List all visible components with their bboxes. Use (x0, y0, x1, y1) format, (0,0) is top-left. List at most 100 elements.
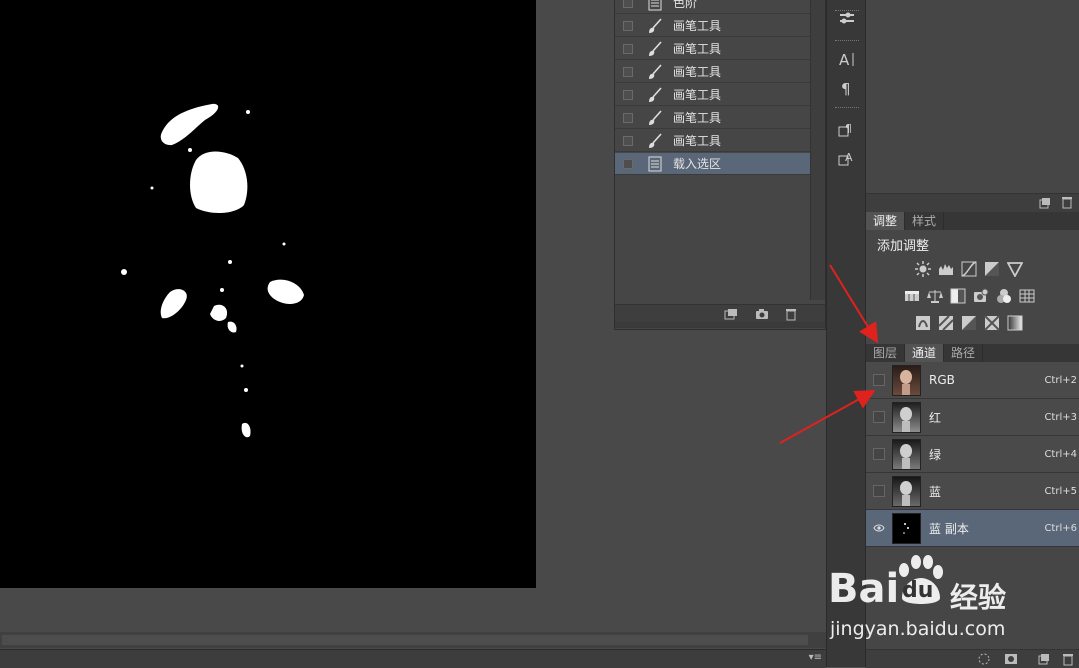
channel-name: 蓝 副本 (929, 521, 969, 536)
add-adjustment-title: 添加调整 (877, 239, 930, 254)
channel-row[interactable]: 红 Ctrl+3 (866, 399, 1079, 436)
history-panel: 色阶 画笔工具 画笔工具 画笔工具 画笔工具 画笔工具 画笔工具 载入选区 (614, 0, 826, 330)
channel-mixer-icon[interactable] (995, 287, 1012, 304)
history-state[interactable]: 载入选区 (615, 153, 811, 175)
history-snapshot-source-box[interactable] (623, 43, 633, 54)
posterize-icon[interactable] (937, 314, 954, 331)
history-state[interactable]: 色阶 (615, 0, 811, 14)
visibility-toggle[interactable] (873, 485, 885, 497)
visibility-toggle[interactable] (873, 374, 885, 386)
channel-row[interactable]: RGB Ctrl+2 (866, 362, 1079, 399)
photo-filter-icon[interactable] (972, 287, 989, 304)
history-list: 色阶 画笔工具 画笔工具 画笔工具 画笔工具 画笔工具 画笔工具 载入选区 (615, 0, 811, 300)
visibility-toggle[interactable] (873, 411, 885, 423)
adjustment-icons-row-2 (903, 287, 1035, 304)
load-channel-as-selection-icon[interactable] (976, 652, 992, 666)
save-selection-as-channel-icon[interactable] (1003, 652, 1019, 666)
resize-handle[interactable] (615, 322, 825, 328)
hue-saturation-icon[interactable] (903, 287, 920, 304)
history-state-label: 画笔工具 (673, 65, 722, 79)
panel-footer (866, 193, 1079, 212)
history-state[interactable]: 画笔工具 (615, 107, 811, 129)
channel-shortcut: Ctrl+2 (1044, 374, 1077, 386)
tab-styles[interactable]: 样式 (905, 212, 945, 230)
history-snapshot-source-box[interactable] (623, 66, 633, 77)
tab-layers[interactable]: 图层 (866, 344, 906, 362)
tab-channels[interactable]: 通道 (905, 344, 945, 362)
trash-icon[interactable] (783, 307, 799, 321)
color-balance-icon[interactable] (926, 287, 943, 304)
brush-icon (647, 40, 663, 57)
threshold-icon[interactable] (960, 314, 977, 331)
camera-snapshot-icon[interactable] (754, 307, 770, 321)
svg-text:¶: ¶ (845, 122, 852, 135)
paragraph-styles-icon[interactable]: A (835, 146, 859, 170)
channel-shortcut: Ctrl+3 (1044, 411, 1077, 423)
visibility-toggle[interactable] (873, 448, 885, 460)
character-panel-icon[interactable]: A (835, 47, 859, 71)
new-item-icon[interactable] (1039, 197, 1051, 212)
history-scrollbar[interactable] (810, 0, 825, 300)
adjustment-icons-row-1 (914, 260, 1023, 277)
channel-name: 红 (929, 410, 942, 425)
channel-row[interactable]: 绿 Ctrl+4 (866, 436, 1079, 473)
trash-icon[interactable] (1061, 196, 1073, 212)
brush-icon (647, 17, 663, 34)
eye-icon[interactable] (873, 522, 885, 534)
svg-text:A: A (839, 51, 850, 68)
vibrance-icon[interactable] (1006, 260, 1023, 277)
brush-icon (647, 132, 663, 149)
canvas-horizontal-scrollbar[interactable] (0, 632, 826, 648)
channel-thumbnail (892, 512, 921, 544)
color-lookup-icon[interactable] (1018, 287, 1035, 304)
history-state[interactable]: 画笔工具 (615, 61, 811, 83)
status-bar: ▾≡ (0, 649, 826, 668)
collapsed-panel-dock: A ¶ ¶ A (826, 0, 866, 667)
channel-thumbnail (892, 438, 921, 470)
black-white-icon[interactable] (949, 287, 966, 304)
history-state-label: 画笔工具 (673, 111, 722, 125)
channel-row[interactable]: 蓝 副本 Ctrl+6 (866, 510, 1079, 547)
brush-icon (647, 109, 663, 126)
new-document-from-state-icon[interactable] (723, 307, 739, 321)
history-state[interactable]: 画笔工具 (615, 84, 811, 106)
channel-name: 绿 (929, 447, 942, 462)
character-styles-icon[interactable]: ¶ (835, 117, 859, 141)
history-state[interactable]: 画笔工具 (615, 130, 811, 152)
document-canvas[interactable] (0, 0, 536, 588)
history-snapshot-source-box[interactable] (623, 135, 633, 146)
channel-row[interactable]: 蓝 Ctrl+5 (866, 473, 1079, 510)
levels-icon[interactable] (937, 260, 954, 277)
tab-adjustments[interactable]: 调整 (866, 212, 906, 230)
channel-mask-image (121, 103, 304, 438)
new-channel-icon[interactable] (1036, 652, 1052, 666)
channel-name: 蓝 (929, 484, 942, 499)
layers-panel-tabbar: 图层 通道 路径 (866, 344, 1079, 362)
tab-paths[interactable]: 路径 (944, 344, 984, 362)
history-state[interactable]: 画笔工具 (615, 15, 811, 37)
exposure-icon[interactable] (983, 260, 1000, 277)
selective-color-icon[interactable] (983, 314, 1000, 331)
gradient-map-icon[interactable] (1006, 314, 1023, 331)
history-state-label: 画笔工具 (673, 88, 722, 102)
history-snapshot-source-box[interactable] (623, 158, 633, 169)
adjustments-tabbar: 调整 样式 (866, 212, 1079, 230)
history-snapshot-source-box[interactable] (623, 89, 633, 100)
channels-footer (866, 649, 1079, 668)
curves-icon[interactable] (960, 260, 977, 277)
history-snapshot-source-box[interactable] (623, 20, 633, 31)
channel-thumbnail (892, 401, 921, 433)
panel-menu-icon[interactable]: ▾≡ (809, 652, 822, 663)
paragraph-panel-icon[interactable]: ¶ (835, 76, 859, 100)
trash-icon[interactable] (1060, 652, 1076, 666)
invert-icon[interactable] (914, 314, 931, 331)
history-state-label: 色阶 (673, 0, 698, 10)
history-state-label: 载入选区 (673, 157, 722, 171)
brush-presets-icon[interactable] (835, 6, 859, 30)
history-state[interactable]: 画笔工具 (615, 38, 811, 60)
history-snapshot-source-box[interactable] (623, 0, 633, 8)
brightness-contrast-icon[interactable] (914, 260, 931, 277)
history-snapshot-source-box[interactable] (623, 112, 633, 123)
svg-text:A: A (845, 151, 853, 164)
history-footer (615, 304, 825, 323)
